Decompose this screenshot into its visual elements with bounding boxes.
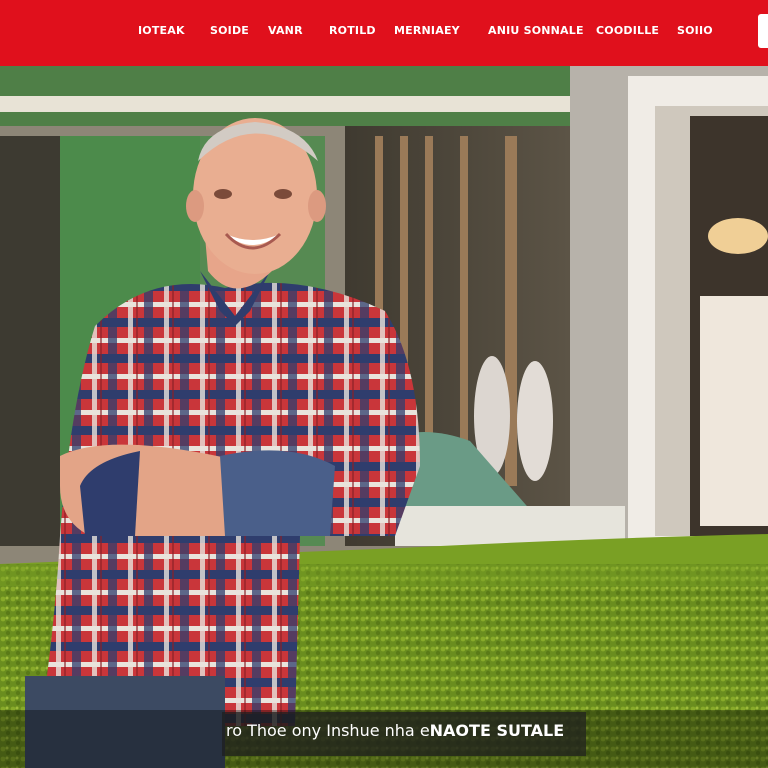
hero-section: ro Thoe ony Inshue nha eNAOTE SUTALE <box>0 66 768 768</box>
hero-caption: ro Thoe ony Inshue nha eNAOTE SUTALE <box>226 721 564 740</box>
caption-bold: NAOTE SUTALE <box>429 721 565 740</box>
caption-mid: Inshue nha e <box>326 721 430 740</box>
nav-item-merniaey[interactable]: MERNIAEY <box>394 24 460 37</box>
main-nav: IOTEAK SOIDE VANR ROTILD MERNIAEY ANIU S… <box>0 0 760 66</box>
nav-item-vanr[interactable]: VANR <box>268 24 303 37</box>
nav-item-coodille[interactable]: COODILLE <box>596 24 659 37</box>
top-navigation-bar: IOTEAK SOIDE VANR ROTILD MERNIAEY ANIU S… <box>0 0 768 66</box>
nav-item-ioteak[interactable]: IOTEAK <box>138 24 185 37</box>
caption-lead: ro Thoe ony <box>226 721 322 740</box>
nav-item-soide[interactable]: SOIDE <box>210 24 249 37</box>
nav-item-rotild[interactable]: ROTILD <box>329 24 376 37</box>
menu-button[interactable] <box>758 14 768 48</box>
nav-item-soiio[interactable]: SOIIO <box>677 24 713 37</box>
nav-item-aniu-sonnale[interactable]: ANIU SONNALE <box>488 24 584 37</box>
hero-photo <box>0 66 768 768</box>
